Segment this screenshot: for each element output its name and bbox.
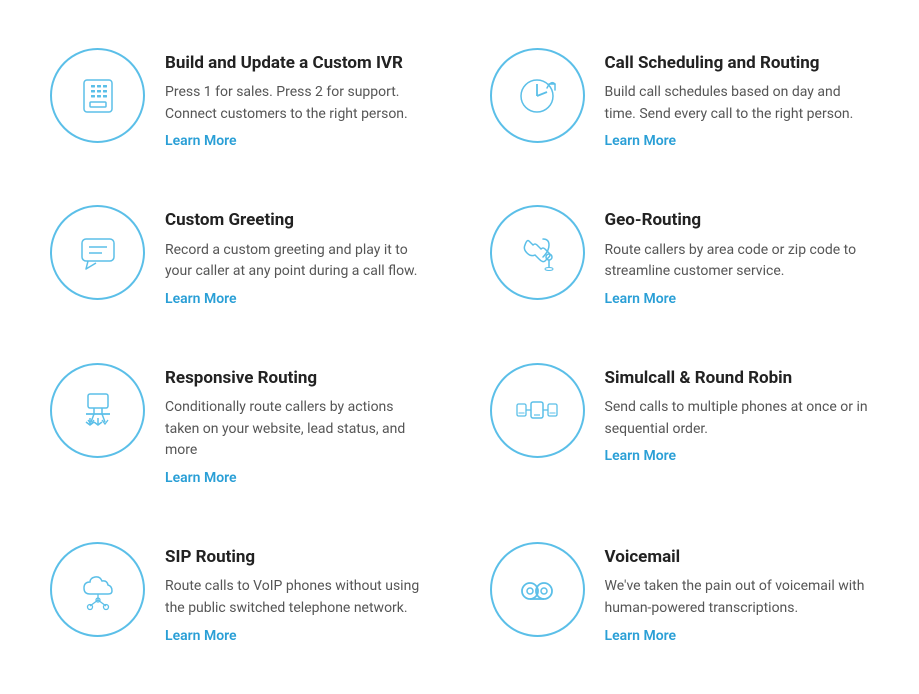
geo-icon-circle xyxy=(490,205,585,300)
clock-icon xyxy=(511,70,563,122)
scheduling-content: Call Scheduling and Routing Build call s… xyxy=(605,48,870,149)
simulcall-icon-circle xyxy=(490,363,585,458)
greeting-desc: Record a custom greeting and play it to … xyxy=(165,240,430,283)
voicemail-icon-circle xyxy=(490,542,585,637)
simulcall-title: Simulcall & Round Robin xyxy=(605,367,870,389)
scheduling-desc: Build call schedules based on day and ti… xyxy=(605,82,870,125)
feature-call-scheduling: Call Scheduling and Routing Build call s… xyxy=(460,20,900,177)
responsive-content: Responsive Routing Conditionally route c… xyxy=(165,363,430,486)
voicemail-title: Voicemail xyxy=(605,546,870,568)
simulcall-icon xyxy=(511,384,563,436)
geo-content: Geo-Routing Route callers by area code o… xyxy=(605,205,870,306)
responsive-learn-more[interactable]: Learn More xyxy=(165,470,430,486)
chat-icon xyxy=(72,227,124,279)
feature-responsive-routing: Responsive Routing Conditionally route c… xyxy=(20,335,460,514)
ivr-title: Build and Update a Custom IVR xyxy=(165,52,430,74)
geo-title: Geo-Routing xyxy=(605,209,870,231)
scheduling-title: Call Scheduling and Routing xyxy=(605,52,870,74)
feature-voicemail: Voicemail We've taken the pain out of vo… xyxy=(460,514,900,671)
simulcall-learn-more[interactable]: Learn More xyxy=(605,448,870,464)
responsive-desc: Conditionally route callers by actions t… xyxy=(165,397,430,462)
voicemail-content: Voicemail We've taken the pain out of vo… xyxy=(605,542,870,643)
ivr-desc: Press 1 for sales. Press 2 for support. … xyxy=(165,82,430,125)
features-grid: Build and Update a Custom IVR Press 1 fo… xyxy=(20,20,899,672)
voicemail-desc: We've taken the pain out of voicemail wi… xyxy=(605,576,870,619)
greeting-title: Custom Greeting xyxy=(165,209,430,231)
feature-geo-routing: Geo-Routing Route callers by area code o… xyxy=(460,177,900,334)
ivr-icon xyxy=(72,70,124,122)
geo-learn-more[interactable]: Learn More xyxy=(605,291,870,307)
simulcall-content: Simulcall & Round Robin Send calls to mu… xyxy=(605,363,870,464)
feature-simulcall: Simulcall & Round Robin Send calls to mu… xyxy=(460,335,900,514)
responsive-icon xyxy=(72,384,124,436)
voicemail-icon xyxy=(511,564,563,616)
simulcall-desc: Send calls to multiple phones at once or… xyxy=(605,397,870,440)
sip-content: SIP Routing Route calls to VoIP phones w… xyxy=(165,542,430,643)
geo-icon xyxy=(511,227,563,279)
chat-icon-circle xyxy=(50,205,145,300)
greeting-content: Custom Greeting Record a custom greeting… xyxy=(165,205,430,306)
responsive-title: Responsive Routing xyxy=(165,367,430,389)
ivr-icon-circle xyxy=(50,48,145,143)
feature-sip-routing: SIP Routing Route calls to VoIP phones w… xyxy=(20,514,460,671)
ivr-learn-more[interactable]: Learn More xyxy=(165,133,430,149)
feature-greeting: Custom Greeting Record a custom greeting… xyxy=(20,177,460,334)
responsive-icon-circle xyxy=(50,363,145,458)
ivr-content: Build and Update a Custom IVR Press 1 fo… xyxy=(165,48,430,149)
greeting-learn-more[interactable]: Learn More xyxy=(165,291,430,307)
sip-title: SIP Routing xyxy=(165,546,430,568)
scheduling-learn-more[interactable]: Learn More xyxy=(605,133,870,149)
sip-icon xyxy=(72,564,124,616)
sip-icon-circle xyxy=(50,542,145,637)
sip-learn-more[interactable]: Learn More xyxy=(165,628,430,644)
sip-desc: Route calls to VoIP phones without using… xyxy=(165,576,430,619)
voicemail-learn-more[interactable]: Learn More xyxy=(605,628,870,644)
clock-icon-circle xyxy=(490,48,585,143)
feature-custom-ivr: Build and Update a Custom IVR Press 1 fo… xyxy=(20,20,460,177)
geo-desc: Route callers by area code or zip code t… xyxy=(605,240,870,283)
